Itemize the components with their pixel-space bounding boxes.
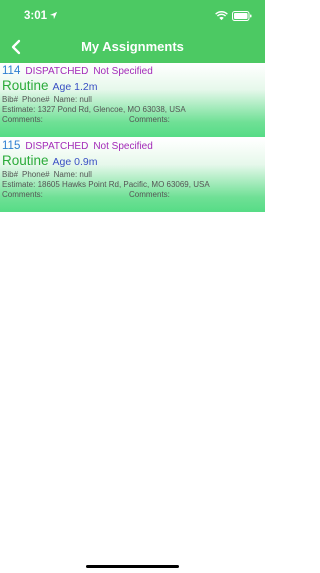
assignment-status: DISPATCHED (25, 66, 89, 77)
assignment-card[interactable]: 115 DISPATCHED Not Specified Routine Age 0.… (0, 139, 265, 212)
phone-label: Phone# (22, 170, 50, 179)
comments-label: Comments: (2, 190, 43, 199)
comments-label: Comments: (2, 115, 43, 124)
assignment-age: Age 0.9m (52, 156, 98, 168)
assignment-priority: Routine (2, 78, 49, 93)
home-indicator (86, 565, 179, 568)
location-arrow-icon (49, 11, 58, 20)
assignment-name: Name: null (53, 170, 92, 179)
assignment-estimate: Estimate: 18605 Hawks Point Rd, Pacific,… (2, 180, 210, 189)
assignment-priority-row: Routine Age 1.2m (2, 78, 98, 95)
comments-label-secondary: Comments: (129, 190, 170, 199)
assignment-number: 115 (2, 140, 21, 152)
app-header: 3:01 My Assignments (0, 0, 265, 63)
assignment-specified: Not Specified (93, 66, 153, 77)
assignment-status: DISPATCHED (25, 141, 89, 152)
assignment-priority: Routine (2, 153, 49, 168)
assignment-specified: Not Specified (93, 141, 153, 152)
comments-label-secondary: Comments: (129, 115, 170, 124)
assignment-card[interactable]: 114 DISPATCHED Not Specified Routine Age 1.… (0, 64, 265, 137)
assignment-name: Name: null (53, 95, 92, 104)
navigation-bar: My Assignments (0, 32, 265, 63)
assignment-priority-row: Routine Age 0.9m (2, 153, 98, 170)
bib-label: Bib# (2, 95, 19, 104)
assignment-age: Age 1.2m (52, 81, 98, 93)
assignment-contact-row: Bib# Phone# Name: null (2, 170, 92, 180)
assignment-number: 114 (2, 65, 21, 77)
wifi-icon (215, 11, 228, 21)
assignment-header-row: 114 DISPATCHED Not Specified (2, 65, 153, 78)
assignment-estimate: Estimate: 1327 Pond Rd, Glencoe, MO 6303… (2, 105, 186, 114)
page-title: My Assignments (81, 39, 184, 54)
phone-label: Phone# (22, 95, 50, 104)
assignment-contact-row: Bib# Phone# Name: null (2, 95, 92, 105)
battery-icon (232, 11, 252, 21)
status-time: 3:01 (24, 10, 48, 22)
status-bar: 3:01 (0, 0, 265, 32)
assignment-header-row: 115 DISPATCHED Not Specified (2, 140, 153, 153)
bib-label: Bib# (2, 170, 19, 179)
